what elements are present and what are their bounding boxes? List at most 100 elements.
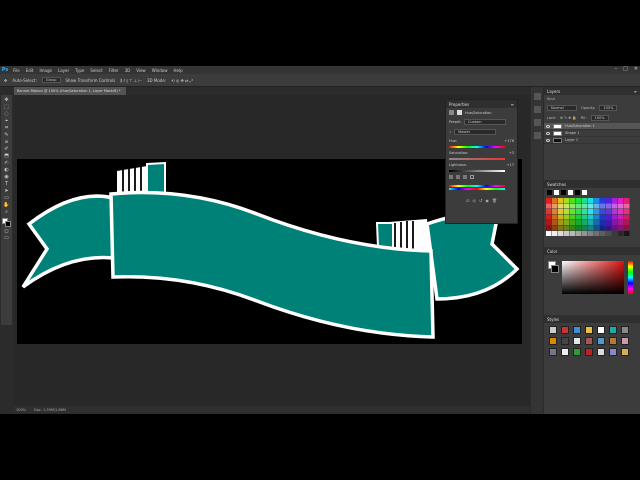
eyedropper-minus-icon[interactable]: [463, 175, 467, 179]
swatch-cell[interactable]: [600, 231, 606, 236]
quick-select-tool-icon[interactable]: ⌖: [3, 118, 10, 124]
swatch[interactable]: [582, 190, 587, 195]
swatch-cell[interactable]: [552, 225, 558, 231]
swatch-cell[interactable]: [612, 198, 618, 203]
swatch-cell[interactable]: [606, 198, 612, 203]
align-icons[interactable]: ⫼ ⫽ ⫾ ⊤ ⊥ ⊢: [120, 78, 142, 83]
gradient-tool-icon[interactable]: ◉: [3, 174, 10, 180]
menu-window[interactable]: Window: [149, 68, 171, 73]
swatch-cell[interactable]: [618, 231, 624, 236]
saturation-slider[interactable]: [449, 158, 505, 160]
swatch-cell[interactable]: [624, 203, 630, 209]
style-swatch[interactable]: [549, 348, 557, 356]
style-swatch[interactable]: [621, 348, 629, 356]
swatch-cell[interactable]: [600, 203, 606, 209]
swatch-cell[interactable]: [624, 198, 630, 203]
swatch-cell[interactable]: [588, 209, 594, 214]
saturation-value[interactable]: +3: [509, 151, 514, 155]
swatch[interactable]: [568, 190, 573, 195]
swatch-cell[interactable]: [558, 214, 564, 220]
style-swatch[interactable]: [585, 348, 593, 356]
swatch-cell[interactable]: [582, 214, 588, 220]
menu-type[interactable]: Type: [72, 68, 87, 73]
visibility-eye-icon[interactable]: [546, 131, 550, 135]
swatch-cell[interactable]: [588, 225, 594, 231]
show-transform-checkbox[interactable]: Show Transform Controls: [66, 78, 116, 83]
menu-image[interactable]: Image: [36, 68, 55, 73]
lock-icons[interactable]: ⊞ ✎ ✥ 🔒: [560, 116, 577, 120]
swatch-cell[interactable]: [546, 203, 552, 209]
auto-select-label[interactable]: Auto-Select:: [12, 78, 37, 83]
eyedropper-tool-icon[interactable]: ✎: [3, 132, 10, 138]
character-panel-icon[interactable]: [533, 119, 541, 126]
swatch-cell[interactable]: [582, 225, 588, 231]
swatch-cell[interactable]: [594, 203, 600, 209]
swatch-cell[interactable]: [594, 198, 600, 203]
blend-mode-dropdown[interactable]: Normal: [547, 105, 577, 111]
style-swatch[interactable]: [561, 326, 569, 334]
swatch-cell[interactable]: [576, 214, 582, 220]
paragraph-panel-icon[interactable]: [533, 132, 541, 139]
swatch-cell[interactable]: [558, 231, 564, 236]
layers-menu-icon[interactable]: ≡: [634, 89, 637, 94]
quick-mask-icon[interactable]: ◻: [3, 228, 10, 234]
minimize-button[interactable]: –: [615, 66, 618, 72]
menu-edit[interactable]: Edit: [23, 68, 37, 73]
style-swatch[interactable]: [609, 337, 617, 345]
menu-filter[interactable]: Filter: [106, 68, 122, 73]
layer-row[interactable]: Hue/Saturation 1: [544, 123, 640, 130]
swatch-cell[interactable]: [594, 220, 600, 225]
eraser-tool-icon[interactable]: ◐: [3, 167, 10, 173]
swatch-cell[interactable]: [552, 203, 558, 209]
history-brush-icon[interactable]: ✍: [3, 160, 10, 166]
visibility-icon[interactable]: ◉: [485, 198, 489, 203]
screen-mode-icon[interactable]: ▭: [3, 235, 10, 241]
swatch-cell[interactable]: [546, 209, 552, 214]
hue-value[interactable]: +176: [504, 139, 514, 143]
swatch-cell[interactable]: [612, 214, 618, 220]
style-swatch[interactable]: [585, 337, 593, 345]
move-tool-icon[interactable]: ✥: [3, 97, 10, 103]
swatch-cell[interactable]: [618, 203, 624, 209]
background-color-swatch[interactable]: [551, 265, 559, 273]
swatch-cell[interactable]: [606, 209, 612, 214]
swatch-cell[interactable]: [612, 231, 618, 236]
swatch[interactable]: [554, 190, 559, 195]
swatch-cell[interactable]: [546, 214, 552, 220]
style-swatch[interactable]: [549, 337, 557, 345]
style-swatch[interactable]: [597, 348, 605, 356]
style-swatch[interactable]: [597, 337, 605, 345]
preset-dropdown[interactable]: Custom: [464, 119, 507, 125]
swatch-cell[interactable]: [564, 198, 570, 203]
swatch-cell[interactable]: [606, 225, 612, 231]
document-tab[interactable]: Banner-Ribbon @ 100% (Hue/Saturation 1, …: [14, 87, 126, 95]
eyedropper-icon[interactable]: [449, 175, 453, 179]
swatch-cell[interactable]: [612, 225, 618, 231]
close-button[interactable]: ✕: [634, 66, 638, 72]
lightness-value[interactable]: +17: [507, 163, 514, 167]
hue-slider[interactable]: [449, 146, 505, 148]
layer-row[interactable]: Layer 1: [544, 137, 640, 144]
swatch-cell[interactable]: [618, 209, 624, 214]
swatch-cell[interactable]: [570, 220, 576, 225]
style-swatch[interactable]: [621, 326, 629, 334]
properties-panel-icon[interactable]: [533, 106, 541, 113]
swatch-cell[interactable]: [600, 209, 606, 214]
maximize-button[interactable]: □: [623, 66, 628, 72]
swatch-cell[interactable]: [570, 209, 576, 214]
style-swatch[interactable]: [561, 348, 569, 356]
swatch-cell[interactable]: [582, 231, 588, 236]
style-swatch[interactable]: [609, 326, 617, 334]
menu-help[interactable]: Help: [170, 68, 185, 73]
3d-mode-icons[interactable]: ⟲ ◎ ✥ ⇄ ⤢: [171, 78, 193, 83]
swatch-cell[interactable]: [612, 203, 618, 209]
swatch-cell[interactable]: [546, 198, 552, 203]
move-tool-icon[interactable]: ✥: [4, 78, 7, 83]
swatch-cell[interactable]: [564, 225, 570, 231]
view-previous-icon[interactable]: ◎: [472, 198, 476, 203]
swatch-cell[interactable]: [570, 225, 576, 231]
swatch-cell[interactable]: [612, 209, 618, 214]
swatch-cell[interactable]: [564, 209, 570, 214]
swatch-cell[interactable]: [594, 225, 600, 231]
style-swatch[interactable]: [609, 348, 617, 356]
